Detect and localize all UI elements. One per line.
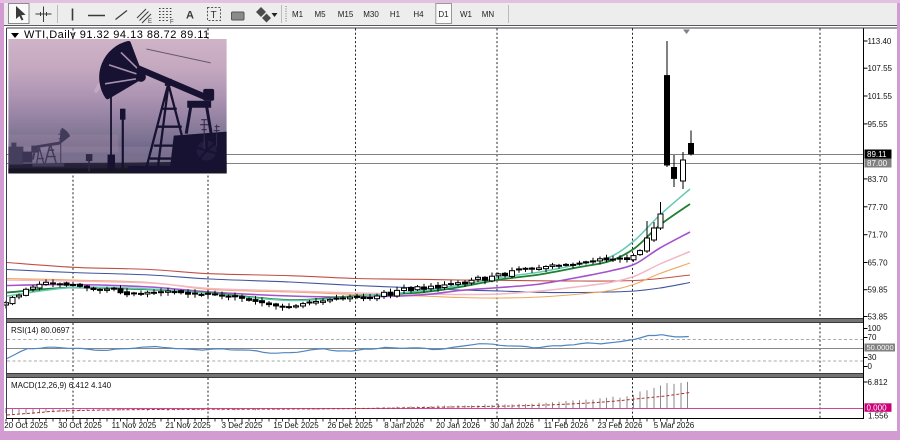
svg-text:70: 70 (868, 333, 877, 342)
svg-text:D1: D1 (438, 10, 449, 19)
svg-text:6.812: 6.812 (868, 378, 889, 387)
svg-text:20 Oct 2025: 20 Oct 2025 (4, 421, 48, 430)
svg-text:30: 30 (868, 353, 877, 362)
svg-text:100: 100 (868, 324, 882, 333)
svg-text:21 Nov 2025: 21 Nov 2025 (165, 421, 211, 430)
svg-text:87.00: 87.00 (867, 159, 888, 168)
svg-text:T: T (211, 10, 217, 21)
svg-text:83.70: 83.70 (868, 175, 889, 184)
svg-text:MN: MN (482, 10, 495, 19)
svg-text:30 Jan 2026: 30 Jan 2026 (490, 421, 535, 430)
svg-text:5 Mar 2026: 5 Mar 2026 (654, 421, 695, 430)
svg-text:RSI(14) 80.0697: RSI(14) 80.0697 (11, 326, 70, 335)
svg-text:8 Jan 2026: 8 Jan 2026 (384, 421, 424, 430)
svg-text:107.55: 107.55 (868, 64, 893, 73)
svg-text:A: A (186, 10, 194, 22)
svg-text:0.000: 0.000 (867, 403, 888, 412)
svg-text:20 Jan 2026: 20 Jan 2026 (436, 421, 481, 430)
svg-text:M1: M1 (292, 10, 304, 19)
svg-text:11 Nov 2025: 11 Nov 2025 (112, 421, 157, 430)
svg-text:113.40: 113.40 (868, 37, 892, 46)
svg-text:M15: M15 (338, 10, 354, 19)
svg-text:101.55: 101.55 (868, 92, 893, 101)
svg-text:23 Feb 2026: 23 Feb 2026 (598, 421, 643, 430)
svg-text:11 Feb 2026: 11 Feb 2026 (544, 421, 589, 430)
svg-text:H4: H4 (413, 10, 424, 19)
svg-text:M5: M5 (314, 10, 326, 19)
svg-text:0: 0 (868, 362, 873, 371)
svg-text:1.556: 1.556 (868, 412, 889, 421)
svg-text:H1: H1 (390, 10, 401, 19)
svg-text:M30: M30 (363, 10, 379, 19)
svg-text:53.85: 53.85 (868, 313, 889, 322)
svg-text:3 Dec 2025: 3 Dec 2025 (222, 421, 263, 430)
svg-text:65.70: 65.70 (868, 259, 889, 268)
svg-text:77.70: 77.70 (868, 203, 889, 212)
svg-text:89.11: 89.11 (867, 150, 887, 159)
svg-text:59.85: 59.85 (868, 286, 889, 295)
svg-text:30 Oct 2025: 30 Oct 2025 (58, 421, 102, 430)
svg-text:50.0000: 50.0000 (867, 343, 894, 352)
svg-text:95.55: 95.55 (868, 120, 889, 129)
svg-text:26 Dec 2025: 26 Dec 2025 (327, 421, 373, 430)
svg-text:71.70: 71.70 (868, 231, 889, 240)
svg-text:15 Dec 2025: 15 Dec 2025 (273, 421, 319, 430)
svg-text:MACD(12,26,9) 6.412 4.140: MACD(12,26,9) 6.412 4.140 (11, 381, 112, 390)
svg-text:W1: W1 (460, 10, 473, 19)
